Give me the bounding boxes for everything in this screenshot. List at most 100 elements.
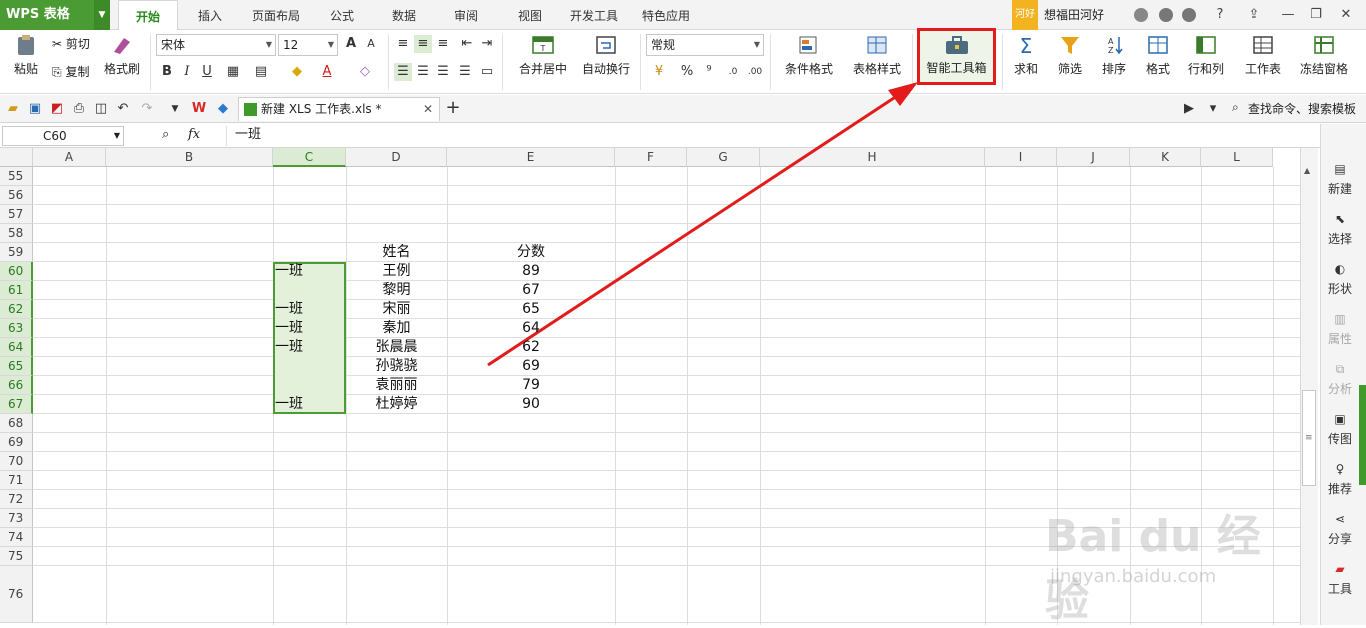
sidebar-tools[interactable]: ▰ 工具: [1320, 562, 1360, 597]
name-cell[interactable]: 张晨晨: [348, 338, 445, 357]
upload-icon[interactable]: ⇪: [1240, 0, 1268, 30]
wrap-text-button[interactable]: 自动换行: [580, 34, 632, 77]
format-painter-button[interactable]: 格式刷: [103, 34, 141, 77]
minimize-icon[interactable]: —: [1274, 0, 1302, 30]
row-header-57[interactable]: 57: [0, 205, 33, 224]
filter-button[interactable]: 筛选: [1050, 34, 1090, 77]
cut-button[interactable]: ✂ 剪切: [52, 34, 90, 54]
grow-font-icon[interactable]: A: [342, 35, 360, 53]
name-cell[interactable]: 王例: [348, 262, 445, 281]
status-icon[interactable]: [1134, 8, 1148, 22]
row-header-67[interactable]: 67: [0, 395, 33, 414]
borders-icon[interactable]: ▦: [224, 63, 242, 81]
score-cell[interactable]: 69: [449, 357, 613, 376]
undo-icon[interactable]: ↶: [114, 100, 132, 118]
align-top-icon[interactable]: ≡: [394, 35, 412, 53]
row-header-72[interactable]: 72: [0, 490, 33, 509]
sidebar-analysis[interactable]: ⧉ 分析: [1320, 362, 1360, 397]
row-header-66[interactable]: 66: [0, 376, 33, 395]
header-score-cell[interactable]: 分数: [449, 243, 613, 262]
column-header-c[interactable]: C: [273, 148, 346, 167]
name-cell[interactable]: 杜婷婷: [348, 395, 445, 414]
print-preview-icon[interactable]: ◫: [92, 100, 110, 118]
clear-format-icon[interactable]: ◇: [356, 63, 374, 81]
tab-data[interactable]: 数据: [384, 0, 424, 30]
score-cell[interactable]: 89: [449, 262, 613, 281]
name-box[interactable]: C60 ▼: [2, 126, 124, 146]
percent-icon[interactable]: %: [678, 63, 696, 81]
tab-review[interactable]: 审阅: [444, 0, 488, 30]
row-header-75[interactable]: 75: [0, 547, 33, 566]
row-header-61[interactable]: 61: [0, 281, 33, 300]
wps-logo-button[interactable]: WPS 表格 ▼: [0, 0, 110, 30]
italic-icon[interactable]: I: [178, 63, 196, 81]
sidebar-shapes[interactable]: ◐ 形状: [1320, 262, 1360, 297]
tab-view[interactable]: 视图: [508, 0, 552, 30]
column-header-i[interactable]: I: [985, 148, 1057, 167]
table-style-button[interactable]: 表格样式: [846, 34, 908, 77]
paste-button[interactable]: 粘贴: [6, 34, 46, 77]
row-header-69[interactable]: 69: [0, 433, 33, 452]
name-cell[interactable]: 袁丽丽: [348, 376, 445, 395]
zoom-search-icon[interactable]: ⌕: [162, 127, 169, 142]
column-header-j[interactable]: J: [1057, 148, 1130, 167]
sort-button[interactable]: AZ 排序: [1094, 34, 1134, 77]
row-header-68[interactable]: 68: [0, 414, 33, 433]
pdf-icon[interactable]: ◩: [48, 100, 66, 118]
freeze-panes-button[interactable]: 冻结窗格: [1294, 34, 1354, 77]
sidebar-share[interactable]: ⋖ 分享: [1320, 512, 1360, 547]
class-cell[interactable]: 一班: [275, 319, 344, 338]
user-name[interactable]: 想福田河好: [1044, 0, 1104, 30]
sidebar-new[interactable]: ▤ 新建: [1320, 162, 1360, 197]
align-left-icon[interactable]: ☰: [394, 63, 412, 81]
tab-start[interactable]: 开始: [118, 0, 178, 31]
save-icon[interactable]: ▣: [26, 100, 44, 118]
row-header-58[interactable]: 58: [0, 224, 33, 243]
sidebar-properties[interactable]: ▥ 属性: [1320, 312, 1360, 347]
fx-icon[interactable]: fx: [188, 127, 200, 142]
column-header-l[interactable]: L: [1201, 148, 1273, 167]
shrink-font-icon[interactable]: A: [362, 35, 380, 53]
bold-icon[interactable]: B: [158, 63, 176, 81]
score-cell[interactable]: 64: [449, 319, 613, 338]
cloud-icon[interactable]: [1182, 8, 1196, 22]
worksheet-button[interactable]: 工作表: [1238, 34, 1288, 77]
font-name-select[interactable]: 宋体 ▼: [156, 34, 276, 56]
chevron-down-icon[interactable]: ▼: [166, 100, 184, 118]
vertical-scrollbar[interactable]: ▲: [1300, 148, 1318, 625]
decrease-indent-icon[interactable]: ⇤: [458, 35, 476, 53]
new-tab-icon[interactable]: +: [444, 99, 462, 117]
score-cell[interactable]: 67: [449, 281, 613, 300]
sum-button[interactable]: Σ 求和: [1008, 34, 1044, 77]
conditional-format-button[interactable]: 条件格式: [778, 34, 840, 77]
decrease-decimal-icon[interactable]: .00: [746, 63, 764, 81]
score-cell[interactable]: 65: [449, 300, 613, 319]
align-center-icon[interactable]: ☰: [414, 63, 432, 81]
help-icon[interactable]: ?: [1206, 0, 1234, 30]
merge-center-button[interactable]: T 合并居中: [512, 34, 574, 77]
format-button[interactable]: 格式: [1138, 34, 1178, 77]
sidebar-recommend[interactable]: ♀ 推荐: [1320, 462, 1360, 497]
restore-icon[interactable]: ❐: [1302, 0, 1330, 30]
number-format-select[interactable]: 常规 ▼: [646, 34, 764, 56]
row-col-button[interactable]: 行和列: [1182, 34, 1230, 77]
row-header-73[interactable]: 73: [0, 509, 33, 528]
row-header-70[interactable]: 70: [0, 452, 33, 471]
underline-icon[interactable]: U: [198, 63, 216, 81]
font-size-select[interactable]: 12 ▼: [278, 34, 338, 56]
name-cell[interactable]: 孙骁骁: [348, 357, 445, 376]
vertical-scroll-thumb[interactable]: ≡: [1302, 390, 1316, 486]
score-cell[interactable]: 90: [449, 395, 613, 414]
distributed-icon[interactable]: ▭: [478, 63, 496, 81]
user-badge[interactable]: 河好: [1012, 0, 1038, 30]
header-name-cell[interactable]: 姓名: [348, 243, 445, 262]
formula-input[interactable]: 一班: [226, 126, 1316, 146]
score-cell[interactable]: 79: [449, 376, 613, 395]
cube-icon[interactable]: ◆: [214, 100, 232, 118]
align-bottom-icon[interactable]: ≡: [434, 35, 452, 53]
wps-brand-icon[interactable]: W: [190, 100, 208, 118]
layout-icon[interactable]: ▾: [1204, 100, 1222, 118]
row-header-74[interactable]: 74: [0, 528, 33, 547]
column-header-k[interactable]: K: [1130, 148, 1201, 167]
row-header-64[interactable]: 64: [0, 338, 33, 357]
